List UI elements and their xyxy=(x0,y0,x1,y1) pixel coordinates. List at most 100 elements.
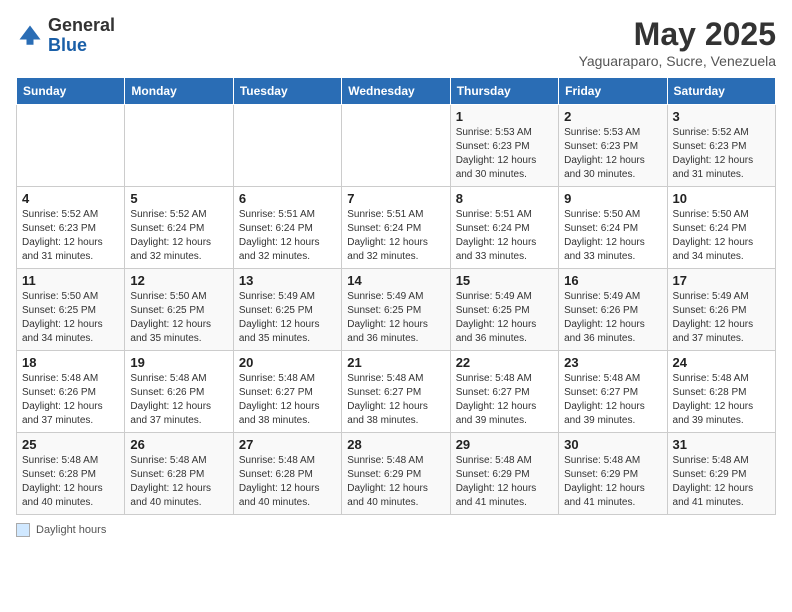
calendar-cell xyxy=(17,105,125,187)
day-info: Sunrise: 5:48 AM Sunset: 6:27 PM Dayligh… xyxy=(564,372,661,428)
day-info: Sunrise: 5:52 AM Sunset: 6:23 PM Dayligh… xyxy=(22,208,119,264)
day-info: Sunrise: 5:52 AM Sunset: 6:24 PM Dayligh… xyxy=(130,208,227,264)
calendar-cell: 15 Sunrise: 5:49 AM Sunset: 6:25 PM Dayli… xyxy=(450,269,558,351)
day-info: Sunrise: 5:53 AM Sunset: 6:23 PM Dayligh… xyxy=(456,126,553,182)
calendar-week-row: 18 Sunrise: 5:48 AM Sunset: 6:26 PM Dayli… xyxy=(17,351,776,433)
calendar-week-row: 1 Sunrise: 5:53 AM Sunset: 6:23 PM Daylig… xyxy=(17,105,776,187)
calendar-cell: 25 Sunrise: 5:48 AM Sunset: 6:28 PM Dayli… xyxy=(17,433,125,515)
calendar-cell: 26 Sunrise: 5:48 AM Sunset: 6:28 PM Dayli… xyxy=(125,433,233,515)
calendar-cell: 10 Sunrise: 5:50 AM Sunset: 6:24 PM Dayli… xyxy=(667,187,775,269)
day-info: Sunrise: 5:48 AM Sunset: 6:27 PM Dayligh… xyxy=(456,372,553,428)
calendar-header-monday: Monday xyxy=(125,78,233,105)
day-number: 25 xyxy=(22,437,119,452)
month-title: May 2025 xyxy=(579,16,776,53)
day-number: 2 xyxy=(564,109,661,124)
day-number: 4 xyxy=(22,191,119,206)
day-info: Sunrise: 5:51 AM Sunset: 6:24 PM Dayligh… xyxy=(239,208,336,264)
calendar-cell: 9Sunrise: 5:50 AM Sunset: 6:24 PM Daylig… xyxy=(559,187,667,269)
day-info: Sunrise: 5:48 AM Sunset: 6:26 PM Dayligh… xyxy=(130,372,227,428)
day-info: Sunrise: 5:49 AM Sunset: 6:25 PM Dayligh… xyxy=(239,290,336,346)
calendar-header-tuesday: Tuesday xyxy=(233,78,341,105)
calendar-cell: 14Sunrise: 5:49 AM Sunset: 6:25 PM Dayli… xyxy=(342,269,450,351)
day-number: 10 xyxy=(673,191,770,206)
calendar-cell xyxy=(125,105,233,187)
day-number: 12 xyxy=(130,273,227,288)
logo-icon xyxy=(16,22,44,50)
calendar-cell: 2Sunrise: 5:53 AM Sunset: 6:23 PM Daylig… xyxy=(559,105,667,187)
day-number: 3 xyxy=(673,109,770,124)
day-info: Sunrise: 5:50 AM Sunset: 6:25 PM Dayligh… xyxy=(22,290,119,346)
day-number: 21 xyxy=(347,355,444,370)
location-subtitle: Yaguaraparo, Sucre, Venezuela xyxy=(579,53,776,69)
day-number: 20 xyxy=(239,355,336,370)
page-header: General Blue May 2025 Yaguaraparo, Sucre… xyxy=(16,16,776,69)
day-info: Sunrise: 5:48 AM Sunset: 6:28 PM Dayligh… xyxy=(22,454,119,510)
calendar-cell: 18 Sunrise: 5:48 AM Sunset: 6:26 PM Dayli… xyxy=(17,351,125,433)
calendar-week-row: 4 Sunrise: 5:52 AM Sunset: 6:23 PM Daylig… xyxy=(17,187,776,269)
day-info: Sunrise: 5:48 AM Sunset: 6:29 PM Dayligh… xyxy=(564,454,661,510)
day-info: Sunrise: 5:52 AM Sunset: 6:23 PM Dayligh… xyxy=(673,126,770,182)
day-number: 8 xyxy=(456,191,553,206)
calendar-cell: 21Sunrise: 5:48 AM Sunset: 6:27 PM Dayli… xyxy=(342,351,450,433)
day-info: Sunrise: 5:48 AM Sunset: 6:28 PM Dayligh… xyxy=(239,454,336,510)
calendar-cell: 13 Sunrise: 5:49 AM Sunset: 6:25 PM Dayli… xyxy=(233,269,341,351)
day-number: 5 xyxy=(130,191,227,206)
calendar-cell xyxy=(342,105,450,187)
day-number: 15 xyxy=(456,273,553,288)
day-info: Sunrise: 5:49 AM Sunset: 6:25 PM Dayligh… xyxy=(456,290,553,346)
calendar-header-thursday: Thursday xyxy=(450,78,558,105)
calendar-header-row: SundayMondayTuesdayWednesdayThursdayFrid… xyxy=(17,78,776,105)
day-number: 1 xyxy=(456,109,553,124)
calendar-cell: 23 Sunrise: 5:48 AM Sunset: 6:27 PM Dayli… xyxy=(559,351,667,433)
day-number: 26 xyxy=(130,437,227,452)
calendar-cell: 8 Sunrise: 5:51 AM Sunset: 6:24 PM Daylig… xyxy=(450,187,558,269)
daylight-legend-box xyxy=(16,523,30,537)
calendar-cell: 20 Sunrise: 5:48 AM Sunset: 6:27 PM Dayli… xyxy=(233,351,341,433)
calendar-cell: 28 Sunrise: 5:48 AM Sunset: 6:29 PM Dayli… xyxy=(342,433,450,515)
day-info: Sunrise: 5:48 AM Sunset: 6:27 PM Dayligh… xyxy=(239,372,336,428)
calendar-header-saturday: Saturday xyxy=(667,78,775,105)
title-block: May 2025 Yaguaraparo, Sucre, Venezuela xyxy=(579,16,776,69)
day-info: Sunrise: 5:48 AM Sunset: 6:29 PM Dayligh… xyxy=(673,454,770,510)
day-number: 31 xyxy=(673,437,770,452)
calendar-cell: 24Sunrise: 5:48 AM Sunset: 6:28 PM Dayli… xyxy=(667,351,775,433)
day-number: 23 xyxy=(564,355,661,370)
calendar-cell: 7 Sunrise: 5:51 AM Sunset: 6:24 PM Daylig… xyxy=(342,187,450,269)
calendar-header-friday: Friday xyxy=(559,78,667,105)
day-number: 19 xyxy=(130,355,227,370)
day-info: Sunrise: 5:48 AM Sunset: 6:28 PM Dayligh… xyxy=(130,454,227,510)
day-number: 29 xyxy=(456,437,553,452)
calendar-table: SundayMondayTuesdayWednesdayThursdayFrid… xyxy=(16,77,776,515)
calendar-cell: 29 Sunrise: 5:48 AM Sunset: 6:29 PM Dayli… xyxy=(450,433,558,515)
day-info: Sunrise: 5:51 AM Sunset: 6:24 PM Dayligh… xyxy=(347,208,444,264)
day-number: 7 xyxy=(347,191,444,206)
day-info: Sunrise: 5:50 AM Sunset: 6:24 PM Dayligh… xyxy=(673,208,770,264)
calendar-cell: 11Sunrise: 5:50 AM Sunset: 6:25 PM Dayli… xyxy=(17,269,125,351)
calendar-cell: 4 Sunrise: 5:52 AM Sunset: 6:23 PM Daylig… xyxy=(17,187,125,269)
day-number: 9 xyxy=(564,191,661,206)
calendar-footer: Daylight hours xyxy=(16,523,776,537)
day-info: Sunrise: 5:48 AM Sunset: 6:29 PM Dayligh… xyxy=(456,454,553,510)
calendar-cell: 31 Sunrise: 5:48 AM Sunset: 6:29 PM Dayli… xyxy=(667,433,775,515)
day-info: Sunrise: 5:49 AM Sunset: 6:26 PM Dayligh… xyxy=(564,290,661,346)
calendar-header-sunday: Sunday xyxy=(17,78,125,105)
calendar-cell: 12Sunrise: 5:50 AM Sunset: 6:25 PM Dayli… xyxy=(125,269,233,351)
day-number: 18 xyxy=(22,355,119,370)
logo-general-text: General xyxy=(48,15,115,35)
calendar-header-wednesday: Wednesday xyxy=(342,78,450,105)
logo: General Blue xyxy=(16,16,115,56)
calendar-cell xyxy=(233,105,341,187)
calendar-cell: 17Sunrise: 5:49 AM Sunset: 6:26 PM Dayli… xyxy=(667,269,775,351)
day-number: 17 xyxy=(673,273,770,288)
calendar-cell: 3 Sunrise: 5:52 AM Sunset: 6:23 PM Daylig… xyxy=(667,105,775,187)
calendar-cell: 6Sunrise: 5:51 AM Sunset: 6:24 PM Daylig… xyxy=(233,187,341,269)
day-info: Sunrise: 5:48 AM Sunset: 6:29 PM Dayligh… xyxy=(347,454,444,510)
calendar-cell: 22 Sunrise: 5:48 AM Sunset: 6:27 PM Dayli… xyxy=(450,351,558,433)
day-number: 28 xyxy=(347,437,444,452)
calendar-cell: 27Sunrise: 5:48 AM Sunset: 6:28 PM Dayli… xyxy=(233,433,341,515)
daylight-legend-label: Daylight hours xyxy=(36,524,106,536)
day-number: 13 xyxy=(239,273,336,288)
day-info: Sunrise: 5:48 AM Sunset: 6:26 PM Dayligh… xyxy=(22,372,119,428)
day-info: Sunrise: 5:51 AM Sunset: 6:24 PM Dayligh… xyxy=(456,208,553,264)
day-number: 22 xyxy=(456,355,553,370)
